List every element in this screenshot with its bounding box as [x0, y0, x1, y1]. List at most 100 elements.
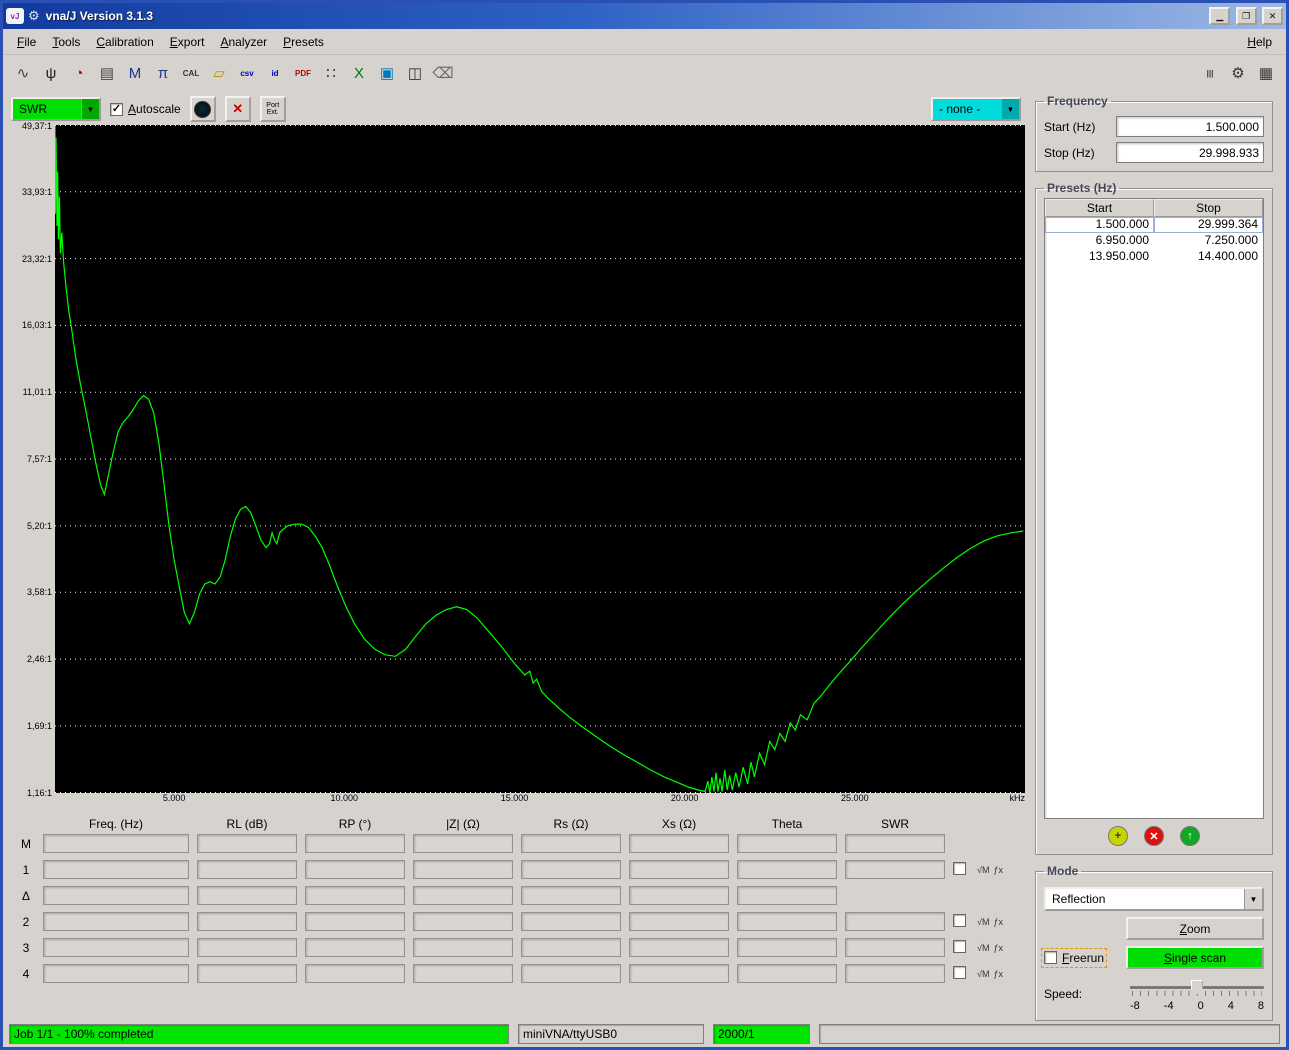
marker-checkbox[interactable] — [953, 861, 966, 875]
menu-presets[interactable]: Presets — [275, 32, 332, 52]
marker-field[interactable] — [737, 938, 837, 957]
sqrt-marker-icon[interactable]: √M — [977, 943, 989, 953]
autoscale-checkbox[interactable]: Autoscale — [110, 102, 181, 116]
right-scale-select[interactable]: - none - ▼ — [931, 97, 1021, 121]
id-export-icon[interactable]: id — [262, 60, 288, 86]
tools-icon[interactable]: ⚙ — [1225, 60, 1251, 86]
frequency-sweep-icon[interactable]: ∿ — [10, 60, 36, 86]
presets-col-stop[interactable]: Stop — [1154, 199, 1263, 217]
apply-preset-button[interactable]: ↑ — [1180, 826, 1200, 846]
menu-tools[interactable]: Tools — [44, 32, 88, 52]
multi-marker-icon[interactable]: M — [122, 60, 148, 86]
sqrt-marker-icon[interactable]: √M — [977, 969, 989, 979]
preset-row[interactable]: 1.500.000 29.999.364 — [1045, 217, 1263, 233]
marker-field[interactable] — [521, 886, 621, 905]
marker-checkbox[interactable] — [953, 965, 966, 979]
marker-checkbox[interactable] — [953, 913, 966, 927]
marker-field[interactable] — [197, 964, 297, 983]
printer-icon[interactable]: ▤ — [94, 60, 120, 86]
marker-field[interactable] — [413, 912, 513, 931]
freerun-checkbox[interactable]: Freerun — [1040, 947, 1108, 968]
preset-row[interactable]: 13.950.000 14.400.000 — [1045, 249, 1263, 265]
pdf-export-icon[interactable]: PDF — [290, 60, 316, 86]
single-scan-button[interactable]: Single scan — [1126, 946, 1264, 969]
marker-field[interactable] — [521, 938, 621, 957]
restore-button[interactable]: ❐ — [1235, 7, 1257, 25]
delete-preset-button[interactable]: ✕ — [1144, 826, 1164, 846]
xls-export-icon[interactable]: X — [346, 60, 372, 86]
marker-field[interactable] — [521, 912, 621, 931]
marker-field[interactable] — [197, 886, 297, 905]
preset-row[interactable]: 6.950.000 7.250.000 — [1045, 233, 1263, 249]
marker-field[interactable] — [629, 964, 729, 983]
csv-export-icon[interactable]: csv — [234, 60, 260, 86]
marker-field[interactable] — [845, 834, 945, 853]
marker-field[interactable] — [413, 834, 513, 853]
add-preset-button[interactable]: + — [1108, 826, 1128, 846]
menu-calibration[interactable]: Calibration — [88, 32, 161, 52]
swr-plot[interactable] — [55, 125, 1025, 793]
table-view-icon[interactable]: ▦ — [1253, 60, 1279, 86]
marker-field[interactable] — [845, 860, 945, 879]
marker-field[interactable] — [629, 886, 729, 905]
start-frequency-input[interactable] — [1116, 116, 1264, 137]
marker-field[interactable] — [305, 964, 405, 983]
sample-points-icon[interactable]: ∷ — [318, 60, 344, 86]
marker-field[interactable] — [521, 964, 621, 983]
menu-help[interactable]: Help — [1239, 32, 1280, 52]
marker-field[interactable] — [305, 886, 405, 905]
marker-field[interactable] — [629, 834, 729, 853]
speed-slider[interactable] — [1130, 979, 1264, 997]
marker-field[interactable] — [305, 938, 405, 957]
marker-field[interactable] — [629, 860, 729, 879]
marker-field[interactable] — [737, 834, 837, 853]
antenna-icon[interactable]: ψ — [38, 60, 64, 86]
pi-network-icon[interactable]: π — [150, 60, 176, 86]
left-scale-select[interactable]: SWR ▼ — [11, 97, 101, 121]
marker-field[interactable] — [43, 938, 189, 957]
marker-field[interactable] — [305, 912, 405, 931]
title-bar[interactable]: vJ ⚙ vna/J Version 3.1.3 ▁ ❐ ✕ — [3, 3, 1286, 29]
calibration-icon[interactable]: CAL — [178, 60, 204, 86]
close-button[interactable]: ✕ — [1262, 7, 1283, 25]
marker-checkbox[interactable] — [953, 939, 966, 953]
zoom-graph-icon[interactable]: ◫ — [402, 60, 428, 86]
marker-field[interactable] — [197, 860, 297, 879]
stop-frequency-input[interactable] — [1116, 142, 1264, 163]
menu-file[interactable]: File — [9, 32, 44, 52]
marker-field[interactable] — [845, 912, 945, 931]
marker-field[interactable] — [413, 938, 513, 957]
folder-open-icon[interactable]: ▱ — [206, 60, 232, 86]
sqrt-marker-icon[interactable]: √M — [977, 865, 989, 875]
marker-field[interactable] — [305, 860, 405, 879]
sqrt-marker-icon[interactable]: √M — [977, 917, 989, 927]
formula-marker-icon[interactable]: ƒx — [993, 943, 1003, 953]
marker-field[interactable] — [43, 886, 189, 905]
marker-field[interactable] — [413, 860, 513, 879]
marker-field[interactable] — [629, 938, 729, 957]
marker-field[interactable] — [629, 912, 729, 931]
marker-field[interactable] — [197, 938, 297, 957]
menu-export[interactable]: Export — [162, 32, 213, 52]
eraser-icon[interactable]: ⌫ — [430, 60, 456, 86]
mode-select[interactable]: Reflection ▼ — [1044, 887, 1264, 911]
marker-field[interactable] — [43, 912, 189, 931]
marker-field[interactable] — [197, 834, 297, 853]
marker-field[interactable] — [737, 964, 837, 983]
marker-field[interactable] — [413, 886, 513, 905]
formula-marker-icon[interactable]: ƒx — [993, 917, 1003, 927]
marker-field[interactable] — [305, 834, 405, 853]
marker-field[interactable] — [737, 886, 837, 905]
presets-table[interactable]: Start Stop 1.500.000 29.999.364 6.950.000 7… — [1044, 198, 1264, 819]
marker-field[interactable] — [197, 912, 297, 931]
smith-chart-button[interactable] — [189, 96, 216, 122]
zoom-button[interactable]: Zoom — [1126, 917, 1264, 940]
marker-field[interactable] — [413, 964, 513, 983]
image-export-icon[interactable]: ▣ — [374, 60, 400, 86]
marker-field[interactable] — [737, 912, 837, 931]
marker-field[interactable] — [737, 860, 837, 879]
formula-marker-icon[interactable]: ƒx — [993, 865, 1003, 875]
formula-marker-icon[interactable]: ƒx — [993, 969, 1003, 979]
marker-field[interactable] — [845, 938, 945, 957]
marker-field[interactable] — [521, 834, 621, 853]
